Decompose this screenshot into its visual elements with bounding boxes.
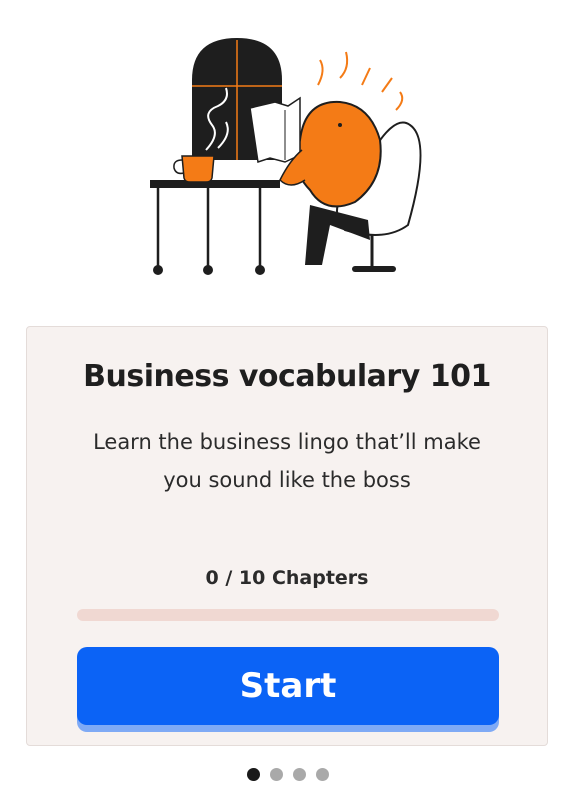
- course-title: Business vocabulary 101: [83, 359, 491, 394]
- carousel-pager: [0, 768, 576, 781]
- course-illustration: [140, 30, 440, 290]
- chapter-progress-bar: [77, 609, 499, 621]
- pager-dot-3[interactable]: [293, 768, 306, 781]
- start-button[interactable]: Start: [77, 647, 499, 725]
- chapter-progress-label: 0 / 10 Chapters: [205, 567, 369, 589]
- course-card: Business vocabulary 101 Learn the busine…: [26, 326, 548, 746]
- pager-dot-2[interactable]: [270, 768, 283, 781]
- pager-dot-1[interactable]: [247, 768, 260, 781]
- course-description: Learn the business lingo that’ll make yo…: [93, 430, 481, 492]
- pager-dot-4[interactable]: [316, 768, 329, 781]
- reading-character-icon: [150, 38, 422, 275]
